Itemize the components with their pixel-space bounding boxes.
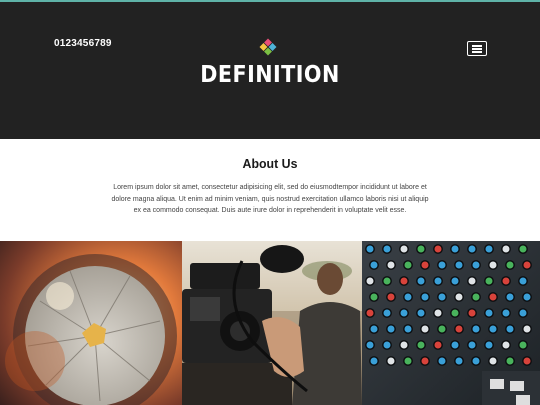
menu-bar — [472, 51, 482, 53]
gallery-image-lens[interactable] — [0, 241, 182, 405]
about-title: About Us — [242, 156, 298, 171]
hamburger-menu-icon[interactable] — [467, 41, 487, 56]
brand-title[interactable]: DEFINITION — [27, 62, 513, 88]
diamond-grid-logo-icon[interactable] — [259, 38, 277, 56]
menu-bar — [472, 48, 482, 50]
gallery-image-videographer[interactable] — [182, 241, 362, 405]
menu-bar — [472, 45, 482, 47]
site-header: 0123456789 DEFINITION — [0, 2, 540, 139]
image-gallery — [0, 241, 540, 405]
about-section: About Us Lorem ipsum dolor sit amet, con… — [0, 139, 540, 241]
about-text: Lorem ipsum dolor sit amet, consectetur … — [111, 184, 429, 214]
gallery-image-mixer[interactable] — [362, 241, 540, 405]
phone-number[interactable]: 0123456789 — [54, 38, 112, 49]
